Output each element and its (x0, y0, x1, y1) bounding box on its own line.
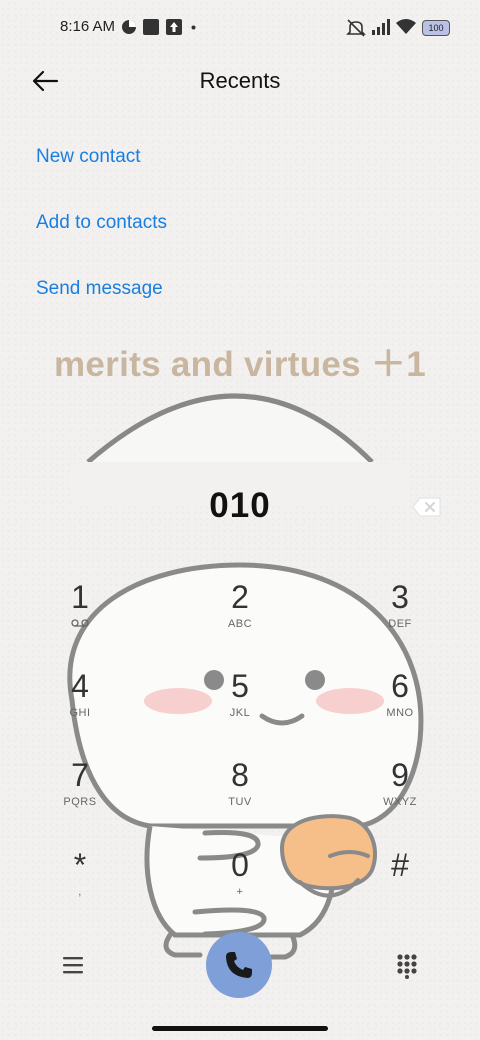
key-letters: ABC (227, 618, 253, 630)
dial-key-0[interactable]: 0 + (190, 846, 290, 926)
key-digit: 7 (71, 757, 89, 793)
key-digit: 8 (231, 757, 249, 793)
key-letters: PQRS (63, 796, 97, 808)
dial-key-8[interactable]: 8 TUV (190, 756, 290, 836)
key-digit: 5 (231, 668, 249, 704)
more-notifications-icon (191, 25, 196, 30)
key-letters: WXYZ (383, 796, 417, 808)
dial-key-1[interactable]: 1 (30, 578, 130, 658)
dial-key-star[interactable]: * , (30, 846, 130, 926)
backspace-icon[interactable] (412, 497, 442, 517)
key-letters: + (236, 886, 244, 898)
dial-key-7[interactable]: 7 PQRS (30, 756, 130, 836)
status-time: 8:16 AM (60, 18, 116, 35)
voicemail-icon (71, 619, 89, 627)
new-contact-link[interactable]: New contact (36, 146, 141, 168)
key-letters: JKL (229, 707, 251, 719)
dial-key-3[interactable]: 3 DEF (350, 578, 450, 658)
dial-key-5[interactable]: 5 JKL (190, 667, 290, 747)
key-digit: 6 (391, 668, 409, 704)
send-message-link[interactable]: Send message (36, 278, 163, 300)
key-letters: , (78, 886, 82, 898)
dial-key-4[interactable]: 4 GHI (30, 667, 130, 747)
phone-icon (226, 952, 252, 978)
key-letters: DEF (388, 618, 412, 630)
add-to-contacts-link[interactable]: Add to contacts (36, 212, 167, 234)
wifi-icon (396, 19, 416, 34)
key-digit: 3 (391, 579, 409, 615)
key-letters: MNO (386, 707, 414, 719)
dial-key-2[interactable]: 2 ABC (190, 578, 290, 658)
alarm-off-icon (346, 19, 366, 37)
header: Recents (0, 56, 480, 108)
app-notification-icon (143, 19, 159, 35)
key-digit: 4 (71, 668, 89, 704)
dial-key-hash[interactable]: # (350, 846, 450, 926)
dialpad-icon[interactable] (396, 953, 418, 979)
key-digit: 9 (391, 757, 409, 793)
key-letters: GHI (69, 707, 91, 719)
dial-key-9[interactable]: 9 WXYZ (350, 756, 450, 836)
page-title: Recents (199, 68, 281, 93)
key-letters: TUV (228, 796, 252, 808)
key-digit: 1 (71, 579, 89, 615)
key-digit: 0 (231, 847, 249, 883)
call-button[interactable] (206, 932, 272, 998)
key-digit: 2 (231, 579, 249, 615)
upload-icon (166, 19, 182, 35)
wallpaper-banner-text: merits and virtues ＋1 (54, 345, 426, 384)
key-digit: * (73, 847, 87, 883)
home-indicator[interactable] (152, 1026, 328, 1031)
signal-icon (372, 19, 390, 35)
dial-key-6[interactable]: 6 MNO (350, 667, 450, 747)
menu-icon[interactable] (62, 954, 84, 976)
data-saver-icon (122, 20, 136, 34)
battery-icon: 100 (422, 20, 450, 36)
key-digit: # (391, 847, 409, 883)
status-bar: 8:16 AM 100 (0, 0, 480, 56)
dialed-number: 010 (209, 486, 271, 525)
battery-level: 100 (428, 23, 444, 33)
